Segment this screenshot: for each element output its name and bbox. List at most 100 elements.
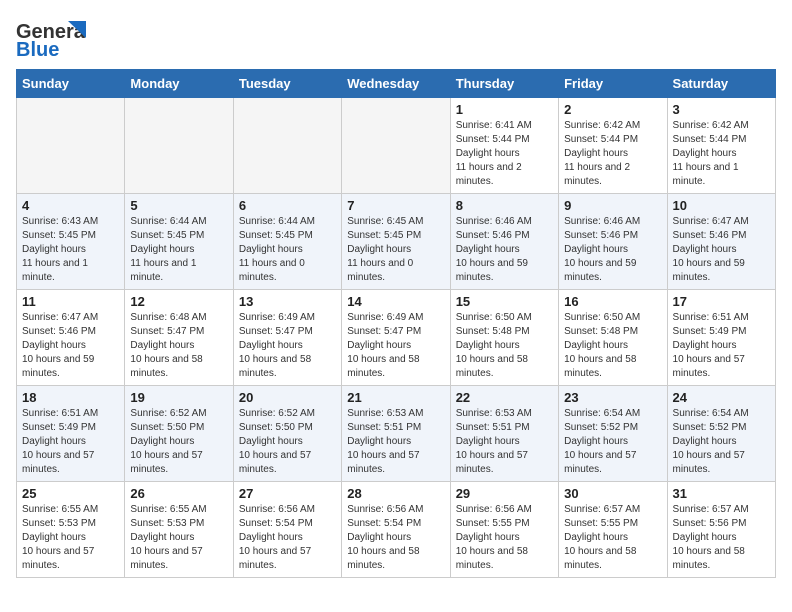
calendar-cell: 11 Sunrise: 6:47 AMSunset: 5:46 PMDayligh… bbox=[17, 290, 125, 386]
day-number: 23 bbox=[564, 390, 661, 405]
day-info: Sunrise: 6:56 AMSunset: 5:54 PMDaylight … bbox=[239, 503, 336, 573]
calendar-cell bbox=[342, 98, 450, 194]
day-info: Sunrise: 6:50 AMSunset: 5:48 PMDaylight … bbox=[564, 311, 661, 381]
logo-icon: General Blue bbox=[16, 16, 86, 61]
day-info: Sunrise: 6:51 AMSunset: 5:49 PMDaylight … bbox=[673, 311, 770, 381]
calendar-cell: 25 Sunrise: 6:55 AMSunset: 5:53 PMDayligh… bbox=[17, 482, 125, 578]
day-info: Sunrise: 6:50 AMSunset: 5:48 PMDaylight … bbox=[456, 311, 553, 381]
calendar-cell: 24 Sunrise: 6:54 AMSunset: 5:52 PMDayligh… bbox=[667, 386, 775, 482]
day-number: 19 bbox=[130, 390, 227, 405]
day-info: Sunrise: 6:46 AMSunset: 5:46 PMDaylight … bbox=[564, 215, 661, 285]
day-number: 4 bbox=[22, 198, 119, 213]
calendar-cell: 30 Sunrise: 6:57 AMSunset: 5:55 PMDayligh… bbox=[559, 482, 667, 578]
day-info: Sunrise: 6:53 AMSunset: 5:51 PMDaylight … bbox=[456, 407, 553, 477]
day-info: Sunrise: 6:45 AMSunset: 5:45 PMDaylight … bbox=[347, 215, 444, 285]
calendar-cell: 3 Sunrise: 6:42 AMSunset: 5:44 PMDaylight… bbox=[667, 98, 775, 194]
calendar-cell: 7Sunrise: 6:45 AMSunset: 5:45 PMDaylight… bbox=[342, 194, 450, 290]
day-number: 12 bbox=[130, 294, 227, 309]
day-info: Sunrise: 6:56 AMSunset: 5:55 PMDaylight … bbox=[456, 503, 553, 573]
calendar-cell: 31 Sunrise: 6:57 AMSunset: 5:56 PMDayligh… bbox=[667, 482, 775, 578]
day-number: 29 bbox=[456, 486, 553, 501]
calendar-cell: 17 Sunrise: 6:51 AMSunset: 5:49 PMDayligh… bbox=[667, 290, 775, 386]
col-header-tuesday: Tuesday bbox=[233, 70, 341, 98]
col-header-wednesday: Wednesday bbox=[342, 70, 450, 98]
day-info: Sunrise: 6:55 AMSunset: 5:53 PMDaylight … bbox=[22, 503, 119, 573]
day-number: 20 bbox=[239, 390, 336, 405]
day-number: 22 bbox=[456, 390, 553, 405]
calendar-cell bbox=[125, 98, 233, 194]
logo: General Blue bbox=[16, 16, 86, 61]
col-header-sunday: Sunday bbox=[17, 70, 125, 98]
day-info: Sunrise: 6:42 AMSunset: 5:44 PMDaylight … bbox=[673, 119, 770, 189]
day-number: 17 bbox=[673, 294, 770, 309]
calendar-cell: 28 Sunrise: 6:56 AMSunset: 5:54 PMDayligh… bbox=[342, 482, 450, 578]
day-number: 24 bbox=[673, 390, 770, 405]
day-info: Sunrise: 6:55 AMSunset: 5:53 PMDaylight … bbox=[130, 503, 227, 573]
day-number: 27 bbox=[239, 486, 336, 501]
day-info: Sunrise: 6:41 AMSunset: 5:44 PMDaylight … bbox=[456, 119, 553, 189]
day-number: 1 bbox=[456, 102, 553, 117]
calendar-week-3: 11 Sunrise: 6:47 AMSunset: 5:46 PMDayligh… bbox=[17, 290, 776, 386]
day-info: Sunrise: 6:43 AMSunset: 5:45 PMDaylight … bbox=[22, 215, 119, 285]
day-number: 31 bbox=[673, 486, 770, 501]
calendar-cell: 29 Sunrise: 6:56 AMSunset: 5:55 PMDayligh… bbox=[450, 482, 558, 578]
day-info: Sunrise: 6:42 AMSunset: 5:44 PMDaylight … bbox=[564, 119, 661, 189]
calendar-cell: 20 Sunrise: 6:52 AMSunset: 5:50 PMDayligh… bbox=[233, 386, 341, 482]
col-header-friday: Friday bbox=[559, 70, 667, 98]
day-number: 6 bbox=[239, 198, 336, 213]
day-number: 18 bbox=[22, 390, 119, 405]
header-row: SundayMondayTuesdayWednesdayThursdayFrid… bbox=[17, 70, 776, 98]
day-number: 5 bbox=[130, 198, 227, 213]
day-number: 28 bbox=[347, 486, 444, 501]
calendar-cell bbox=[233, 98, 341, 194]
day-number: 13 bbox=[239, 294, 336, 309]
day-info: Sunrise: 6:47 AMSunset: 5:46 PMDaylight … bbox=[22, 311, 119, 381]
day-number: 30 bbox=[564, 486, 661, 501]
day-number: 11 bbox=[22, 294, 119, 309]
calendar-cell: 9Sunrise: 6:46 AMSunset: 5:46 PMDaylight… bbox=[559, 194, 667, 290]
calendar-cell: 14 Sunrise: 6:49 AMSunset: 5:47 PMDayligh… bbox=[342, 290, 450, 386]
day-info: Sunrise: 6:54 AMSunset: 5:52 PMDaylight … bbox=[673, 407, 770, 477]
calendar-cell: 27 Sunrise: 6:56 AMSunset: 5:54 PMDayligh… bbox=[233, 482, 341, 578]
day-number: 8 bbox=[456, 198, 553, 213]
day-info: Sunrise: 6:47 AMSunset: 5:46 PMDaylight … bbox=[673, 215, 770, 285]
day-info: Sunrise: 6:57 AMSunset: 5:55 PMDaylight … bbox=[564, 503, 661, 573]
calendar-cell: 19Sunrise: 6:52 AMSunset: 5:50 PMDayligh… bbox=[125, 386, 233, 482]
day-number: 3 bbox=[673, 102, 770, 117]
calendar-week-4: 18Sunrise: 6:51 AMSunset: 5:49 PMDayligh… bbox=[17, 386, 776, 482]
calendar-cell: 15 Sunrise: 6:50 AMSunset: 5:48 PMDayligh… bbox=[450, 290, 558, 386]
day-number: 15 bbox=[456, 294, 553, 309]
svg-text:Blue: Blue bbox=[16, 39, 59, 61]
calendar-cell: 6 Sunrise: 6:44 AMSunset: 5:45 PMDaylight… bbox=[233, 194, 341, 290]
day-info: Sunrise: 6:56 AMSunset: 5:54 PMDaylight … bbox=[347, 503, 444, 573]
day-number: 16 bbox=[564, 294, 661, 309]
col-header-monday: Monday bbox=[125, 70, 233, 98]
day-info: Sunrise: 6:49 AMSunset: 5:47 PMDaylight … bbox=[347, 311, 444, 381]
calendar-cell: 8 Sunrise: 6:46 AMSunset: 5:46 PMDaylight… bbox=[450, 194, 558, 290]
calendar-cell: 1 Sunrise: 6:41 AMSunset: 5:44 PMDaylight… bbox=[450, 98, 558, 194]
day-number: 25 bbox=[22, 486, 119, 501]
calendar-cell: 4 Sunrise: 6:43 AMSunset: 5:45 PMDaylight… bbox=[17, 194, 125, 290]
day-info: Sunrise: 6:48 AMSunset: 5:47 PMDaylight … bbox=[130, 311, 227, 381]
calendar-cell: 21 Sunrise: 6:53 AMSunset: 5:51 PMDayligh… bbox=[342, 386, 450, 482]
calendar-cell bbox=[17, 98, 125, 194]
page-header: General Blue bbox=[16, 16, 776, 61]
day-info: Sunrise: 6:49 AMSunset: 5:47 PMDaylight … bbox=[239, 311, 336, 381]
calendar-cell: 22 Sunrise: 6:53 AMSunset: 5:51 PMDayligh… bbox=[450, 386, 558, 482]
calendar-cell: 5 Sunrise: 6:44 AMSunset: 5:45 PMDaylight… bbox=[125, 194, 233, 290]
calendar-cell: 13 Sunrise: 6:49 AMSunset: 5:47 PMDayligh… bbox=[233, 290, 341, 386]
day-info: Sunrise: 6:52 AMSunset: 5:50 PMDaylight … bbox=[239, 407, 336, 477]
calendar-cell: 26 Sunrise: 6:55 AMSunset: 5:53 PMDayligh… bbox=[125, 482, 233, 578]
day-info: Sunrise: 6:53 AMSunset: 5:51 PMDaylight … bbox=[347, 407, 444, 477]
col-header-saturday: Saturday bbox=[667, 70, 775, 98]
day-info: Sunrise: 6:44 AMSunset: 5:45 PMDaylight … bbox=[130, 215, 227, 285]
day-info: Sunrise: 6:46 AMSunset: 5:46 PMDaylight … bbox=[456, 215, 553, 285]
day-number: 14 bbox=[347, 294, 444, 309]
col-header-thursday: Thursday bbox=[450, 70, 558, 98]
day-info: Sunrise: 6:57 AMSunset: 5:56 PMDaylight … bbox=[673, 503, 770, 573]
calendar-week-5: 25 Sunrise: 6:55 AMSunset: 5:53 PMDayligh… bbox=[17, 482, 776, 578]
day-number: 26 bbox=[130, 486, 227, 501]
day-info: Sunrise: 6:44 AMSunset: 5:45 PMDaylight … bbox=[239, 215, 336, 285]
calendar-cell: 18Sunrise: 6:51 AMSunset: 5:49 PMDayligh… bbox=[17, 386, 125, 482]
day-number: 21 bbox=[347, 390, 444, 405]
